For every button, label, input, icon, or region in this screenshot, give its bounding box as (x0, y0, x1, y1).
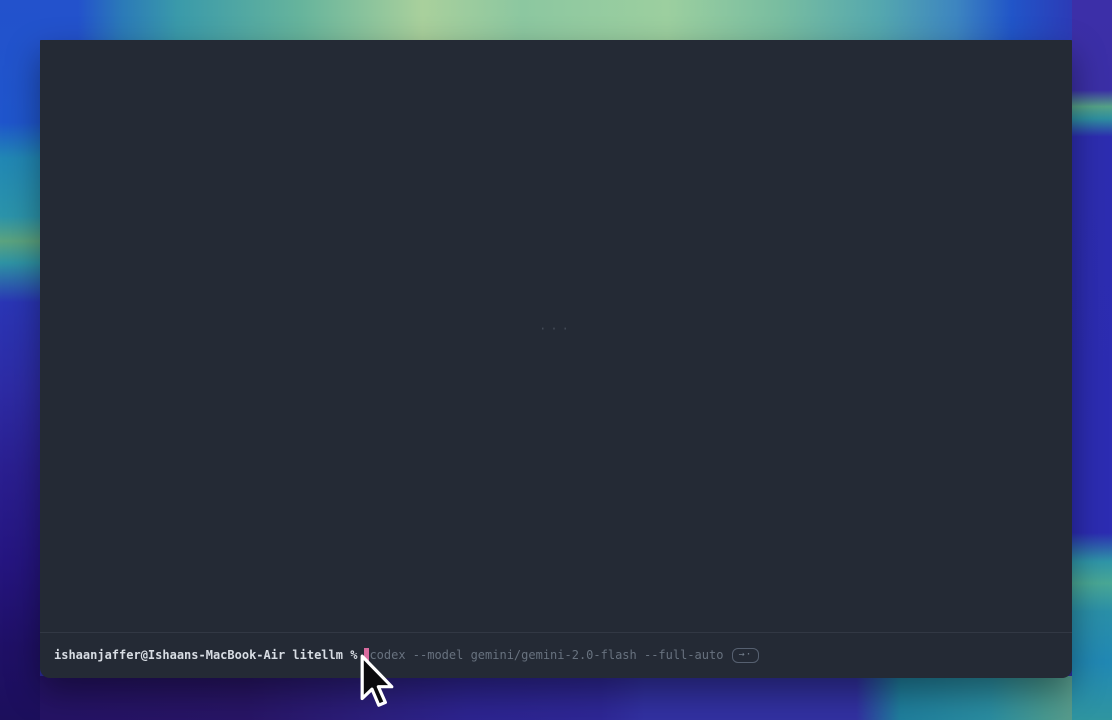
prompt-separator-line (40, 632, 1072, 633)
command-input-line[interactable]: ishaanjaffer@Ishaans-MacBook-Air litellm… (54, 645, 1062, 665)
loading-ellipsis: ··· (40, 322, 1072, 336)
terminal-window[interactable]: ··· ishaanjaffer@Ishaans-MacBook-Air lit… (40, 40, 1072, 678)
shell-prompt: ishaanjaffer@Ishaans-MacBook-Air litellm… (54, 648, 357, 662)
autosuggestion-text: codex --model gemini/gemini-2.0-flash --… (369, 648, 723, 662)
accept-suggestion-hint-badge: →· (732, 648, 758, 663)
